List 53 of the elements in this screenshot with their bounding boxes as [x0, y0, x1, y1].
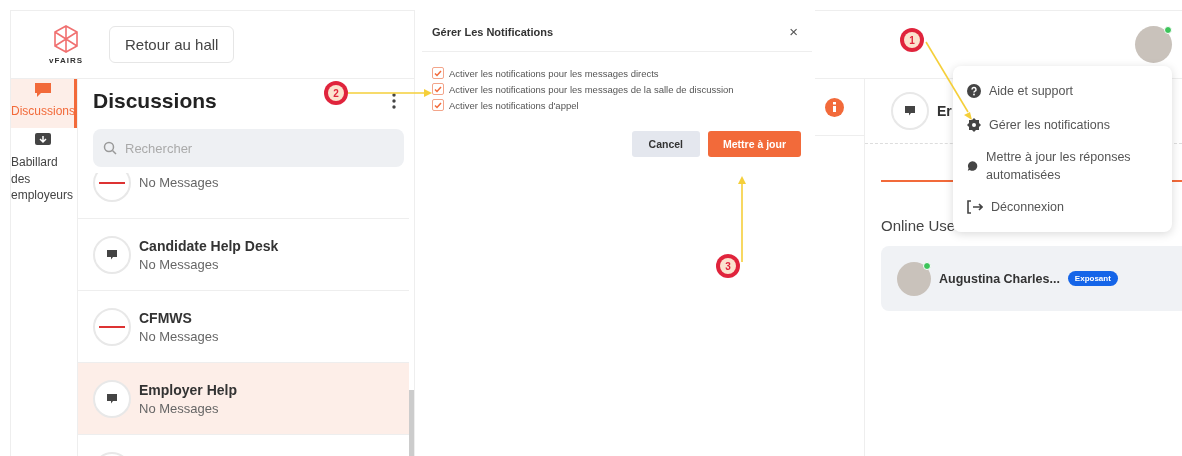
user-name: Augustina Charles...: [939, 271, 1060, 286]
online-user-card[interactable]: Augustina Charles... Exposant: [881, 246, 1182, 311]
checkbox-label: Activer les notifications pour les messages de la salle de discussion: [449, 83, 734, 95]
nav-item[interactable]: Babillard des employeurs: [11, 127, 77, 213]
menu-item[interactable]: Aide et support: [953, 74, 1172, 108]
nav-label: Babillard des employeurs: [11, 153, 74, 205]
user-avatar: [897, 261, 931, 296]
more-options-icon[interactable]: [392, 93, 396, 109]
dialog-title: Gérer Les Notifications: [432, 25, 554, 38]
search-field[interactable]: Rechercher: [93, 129, 404, 167]
discussion-name: CFMWS: [139, 309, 193, 326]
role-badge: Exposant: [1067, 271, 1118, 286]
step-marker: 1: [900, 28, 924, 52]
discussions-title: Discussions: [93, 89, 217, 113]
settings-icon: [967, 118, 981, 132]
discussion-preview: No Messages: [139, 400, 220, 416]
checkbox[interactable]: [432, 67, 444, 79]
search-icon: [103, 141, 117, 155]
discussion-preview: No Messages: [139, 328, 219, 344]
discussion-preview: No Messages: [139, 256, 220, 272]
close-button[interactable]: ×: [789, 23, 798, 40]
checkbox-label: Activer les notifications pour les messages directs: [449, 67, 659, 79]
menu-item[interactable]: Mettre à jour les réponses automatisées: [953, 142, 1172, 191]
back-button[interactable]: Retour au hall: [109, 26, 235, 63]
discussion-preview: No Messages: [139, 175, 219, 190]
logo-text: vFAIRS: [49, 55, 83, 65]
user-avatar[interactable]: [1135, 26, 1172, 63]
chat-bubble-icon: [106, 392, 118, 405]
checkbox[interactable]: [432, 83, 444, 95]
help-icon: [967, 84, 981, 98]
checkbox-label: Activer les notifications d'appel: [449, 99, 579, 111]
discussion-row[interactable]: No Messages: [78, 173, 409, 219]
scrollbar[interactable]: [409, 390, 414, 456]
cube-logo-icon: [53, 24, 79, 53]
logout-icon: [967, 200, 983, 215]
info-icon: [825, 97, 844, 117]
cancel-button[interactable]: Cancel: [631, 131, 700, 157]
menu-item[interactable]: Gérer les notifications: [953, 108, 1172, 142]
chat-name: Er: [937, 103, 952, 119]
discussion-name: Candidate Help Desk: [139, 237, 279, 254]
checkbox[interactable]: [432, 99, 444, 111]
board-icon: [33, 131, 52, 148]
chat-bubble-icon: [106, 248, 118, 261]
chat-bubble-icon: [33, 83, 52, 97]
step-marker: 3: [716, 254, 740, 278]
discussion-name: Employer Help: [139, 381, 238, 398]
chat-bubble-icon: [967, 159, 979, 174]
nav-label: Discussions: [11, 103, 76, 120]
discussion-row[interactable]: Employer Help No Messages: [78, 363, 409, 435]
logo-icon: [99, 323, 125, 330]
chat-bubble-icon: [904, 105, 916, 117]
discussion-row[interactable]: Candidate Help Desk No Messages: [78, 219, 409, 291]
logo-icon: [99, 179, 125, 186]
